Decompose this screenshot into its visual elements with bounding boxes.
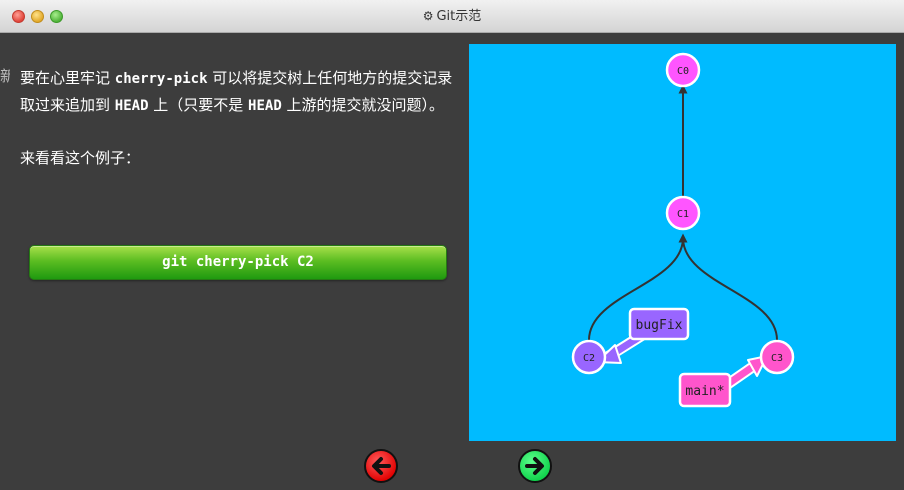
window-title: ⚙ Git示范 bbox=[422, 9, 482, 24]
commit-c2-label: C2 bbox=[583, 353, 595, 364]
edge-c3-c1 bbox=[678, 233, 778, 341]
bugfix-branch-label[interactable]: bugFix bbox=[636, 318, 683, 333]
lesson-paragraph-2: 来看看这个例子： bbox=[20, 149, 141, 167]
gear-icon: ⚙ bbox=[422, 9, 434, 23]
back-button[interactable] bbox=[364, 449, 398, 483]
lesson-paragraph-1: 要在心里牢记 cherry-pick 可以将提交树上任何地方的提交记录取过来追加… bbox=[20, 69, 453, 114]
git-command-button[interactable]: git cherry-pick C2 bbox=[29, 245, 447, 280]
commit-c0-label: C0 bbox=[677, 66, 689, 77]
forward-button[interactable] bbox=[518, 449, 552, 483]
arrow-left-icon bbox=[372, 457, 391, 475]
commit-c3-label: C3 bbox=[771, 353, 783, 364]
commit-c1-label: C1 bbox=[677, 209, 689, 220]
git-tree-canvas: bugFix main* C0 C1 C2 C3 bbox=[571, 52, 795, 408]
lesson-text: 要在心里牢记 cherry-pick 可以将提交树上任何地方的提交记录取过来追加… bbox=[20, 65, 460, 171]
git-tree-visualization: bugFix main* C0 C1 C2 C3 bbox=[469, 44, 896, 441]
background-text-edge: 新 bbox=[0, 67, 10, 85]
main-branch-label[interactable]: main* bbox=[685, 384, 724, 399]
window-titlebar: ⚙ Git示范 bbox=[0, 0, 904, 33]
arrow-right-icon bbox=[525, 457, 544, 475]
